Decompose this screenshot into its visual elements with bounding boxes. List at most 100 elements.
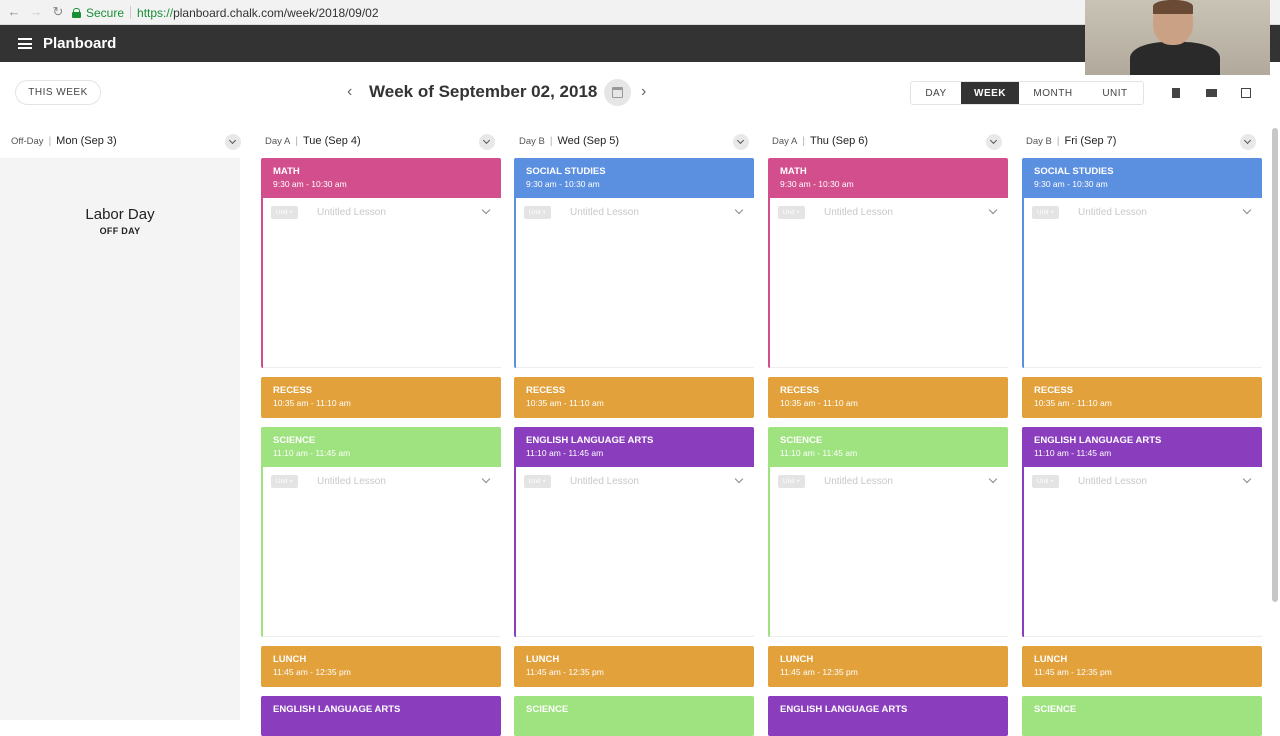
back-arrow-icon[interactable]: ←	[6, 4, 22, 20]
lesson-block-header[interactable]: ENGLISH LANGUAGE ARTS	[263, 696, 501, 736]
page-scrollbar[interactable]	[1272, 128, 1278, 602]
lesson-row[interactable]: Unit + Untitled Lesson	[524, 205, 746, 219]
lesson-block-header[interactable]: LUNCH 11:45 am - 12:35 pm	[770, 646, 1008, 686]
forward-arrow-icon[interactable]: →	[28, 4, 44, 20]
calendar-picker-button[interactable]	[604, 79, 631, 106]
lesson-title[interactable]: Untitled Lesson	[1078, 207, 1244, 218]
lesson-block[interactable]: SCIENCE	[514, 696, 754, 736]
lesson-row[interactable]: Unit + Untitled Lesson	[1032, 205, 1254, 219]
lesson-block-header[interactable]: SCIENCE 11:10 am - 11:45 am	[770, 427, 1008, 467]
lesson-block[interactable]: ENGLISH LANGUAGE ARTS 11:10 am - 11:45 am…	[1022, 427, 1262, 637]
lesson-title[interactable]: Untitled Lesson	[1078, 476, 1244, 487]
add-unit-button[interactable]: Unit +	[1032, 205, 1059, 219]
lesson-block-header[interactable]: MATH 9:30 am - 10:30 am	[770, 158, 1008, 198]
add-unit-button[interactable]: Unit +	[1032, 474, 1059, 488]
lesson-row[interactable]: Unit + Untitled Lesson	[778, 205, 1000, 219]
lesson-block[interactable]: ENGLISH LANGUAGE ARTS 11:10 am - 11:45 am…	[514, 427, 754, 637]
lesson-body[interactable]: Unit + Untitled Lesson	[516, 467, 754, 637]
day-menu-chevron-icon[interactable]	[733, 134, 749, 150]
lesson-block[interactable]: ENGLISH LANGUAGE ARTS	[261, 696, 501, 736]
lesson-block[interactable]: SCIENCE 11:10 am - 11:45 am Unit + Untitled…	[768, 427, 1008, 637]
lesson-block-header[interactable]: ENGLISH LANGUAGE ARTS	[770, 696, 1008, 736]
day-menu-chevron-icon[interactable]	[1240, 134, 1256, 150]
lesson-block-header[interactable]: LUNCH 11:45 am - 12:35 pm	[263, 646, 501, 686]
add-unit-button[interactable]: Unit +	[778, 474, 805, 488]
print-button[interactable]	[1166, 83, 1186, 103]
lesson-block[interactable]: SOCIAL STUDIES 9:30 am - 10:30 am Unit + Un…	[514, 158, 754, 368]
lesson-body[interactable]: Unit + Untitled Lesson	[770, 467, 1008, 637]
chevron-down-icon[interactable]	[481, 474, 491, 484]
lesson-body[interactable]: Unit + Untitled Lesson	[1024, 467, 1262, 637]
lesson-block-header[interactable]: LUNCH 11:45 am - 12:35 pm	[1024, 646, 1262, 686]
chevron-down-icon[interactable]	[1242, 205, 1252, 215]
lesson-body[interactable]: Unit + Untitled Lesson	[770, 198, 1008, 368]
view-month-button[interactable]: MONTH	[1019, 82, 1087, 104]
lesson-block-header[interactable]: SCIENCE 11:10 am - 11:45 am	[263, 427, 501, 467]
lesson-title[interactable]: Untitled Lesson	[317, 207, 483, 218]
lesson-row[interactable]: Unit + Untitled Lesson	[778, 474, 1000, 488]
view-week-button[interactable]: WEEK	[961, 82, 1019, 104]
lesson-title[interactable]: Untitled Lesson	[824, 207, 990, 218]
add-unit-button[interactable]: Unit +	[524, 205, 551, 219]
lesson-block[interactable]: LUNCH 11:45 am - 12:35 pm	[514, 646, 754, 687]
prev-week-chevron-icon[interactable]: ‹	[347, 84, 352, 100]
view-unit-button[interactable]: UNIT	[1087, 82, 1143, 104]
lesson-block[interactable]: MATH 9:30 am - 10:30 am Unit + Untitled Les…	[261, 158, 501, 368]
lesson-block-header[interactable]: RECESS 10:35 am - 11:10 am	[516, 377, 754, 417]
lesson-block-header[interactable]: RECESS 10:35 am - 11:10 am	[1024, 377, 1262, 417]
chevron-down-icon[interactable]	[988, 205, 998, 215]
lesson-block[interactable]: MATH 9:30 am - 10:30 am Unit + Untitled Les…	[768, 158, 1008, 368]
lesson-title[interactable]: Untitled Lesson	[570, 207, 736, 218]
lesson-body[interactable]: Unit + Untitled Lesson	[263, 467, 501, 637]
share-button[interactable]	[1236, 83, 1256, 103]
lesson-block[interactable]: SOCIAL STUDIES 9:30 am - 10:30 am Unit + Un…	[1022, 158, 1262, 368]
next-week-chevron-icon[interactable]: ›	[641, 84, 646, 100]
lesson-block-header[interactable]: ENGLISH LANGUAGE ARTS 11:10 am - 11:45 am	[1024, 427, 1262, 467]
chevron-down-icon[interactable]	[1242, 474, 1252, 484]
lesson-block[interactable]: ENGLISH LANGUAGE ARTS	[768, 696, 1008, 736]
lesson-row[interactable]: Unit + Untitled Lesson	[271, 205, 493, 219]
add-unit-button[interactable]: Unit +	[271, 205, 298, 219]
lesson-block[interactable]: RECESS 10:35 am - 11:10 am	[1022, 377, 1262, 418]
this-week-button[interactable]: THIS WEEK	[15, 80, 101, 105]
lesson-body[interactable]: Unit + Untitled Lesson	[1024, 198, 1262, 368]
lesson-body[interactable]: Unit + Untitled Lesson	[516, 198, 754, 368]
day-menu-chevron-icon[interactable]	[225, 134, 241, 150]
lesson-block[interactable]: SCIENCE	[1022, 696, 1262, 736]
lesson-row[interactable]: Unit + Untitled Lesson	[1032, 474, 1254, 488]
lesson-row[interactable]: Unit + Untitled Lesson	[524, 474, 746, 488]
lesson-block-header[interactable]: SCIENCE	[516, 696, 754, 736]
day-menu-chevron-icon[interactable]	[479, 134, 495, 150]
chevron-down-icon[interactable]	[734, 474, 744, 484]
reload-icon[interactable]: ↻	[50, 4, 66, 20]
lesson-block[interactable]: LUNCH 11:45 am - 12:35 pm	[1022, 646, 1262, 687]
lesson-block-header[interactable]: SCIENCE	[1024, 696, 1262, 736]
lesson-block-header[interactable]: ENGLISH LANGUAGE ARTS 11:10 am - 11:45 am	[516, 427, 754, 467]
lesson-block-header[interactable]: LUNCH 11:45 am - 12:35 pm	[516, 646, 754, 686]
hamburger-menu-icon[interactable]	[18, 38, 32, 49]
lesson-block[interactable]: RECESS 10:35 am - 11:10 am	[514, 377, 754, 418]
chevron-down-icon[interactable]	[734, 205, 744, 215]
email-button[interactable]	[1201, 83, 1221, 103]
chevron-down-icon[interactable]	[481, 205, 491, 215]
lesson-title[interactable]: Untitled Lesson	[317, 476, 483, 487]
add-unit-button[interactable]: Unit +	[524, 474, 551, 488]
lesson-block-header[interactable]: RECESS 10:35 am - 11:10 am	[770, 377, 1008, 417]
lesson-block[interactable]: SCIENCE 11:10 am - 11:45 am Unit + Untitled…	[261, 427, 501, 637]
lesson-row[interactable]: Unit + Untitled Lesson	[271, 474, 493, 488]
address-bar[interactable]: Secure https:// planboard.chalk.com/week…	[72, 3, 379, 22]
add-unit-button[interactable]: Unit +	[271, 474, 298, 488]
view-day-button[interactable]: DAY	[911, 82, 961, 104]
lesson-title[interactable]: Untitled Lesson	[824, 476, 990, 487]
lesson-block-header[interactable]: MATH 9:30 am - 10:30 am	[263, 158, 501, 198]
lesson-title[interactable]: Untitled Lesson	[570, 476, 736, 487]
lesson-block-header[interactable]: SOCIAL STUDIES 9:30 am - 10:30 am	[1024, 158, 1262, 198]
lesson-block[interactable]: RECESS 10:35 am - 11:10 am	[768, 377, 1008, 418]
day-menu-chevron-icon[interactable]	[986, 134, 1002, 150]
chevron-down-icon[interactable]	[988, 474, 998, 484]
lesson-block[interactable]: RECESS 10:35 am - 11:10 am	[261, 377, 501, 418]
lesson-block-header[interactable]: SOCIAL STUDIES 9:30 am - 10:30 am	[516, 158, 754, 198]
lesson-block-header[interactable]: RECESS 10:35 am - 11:10 am	[263, 377, 501, 417]
lesson-block[interactable]: LUNCH 11:45 am - 12:35 pm	[768, 646, 1008, 687]
lesson-block[interactable]: LUNCH 11:45 am - 12:35 pm	[261, 646, 501, 687]
